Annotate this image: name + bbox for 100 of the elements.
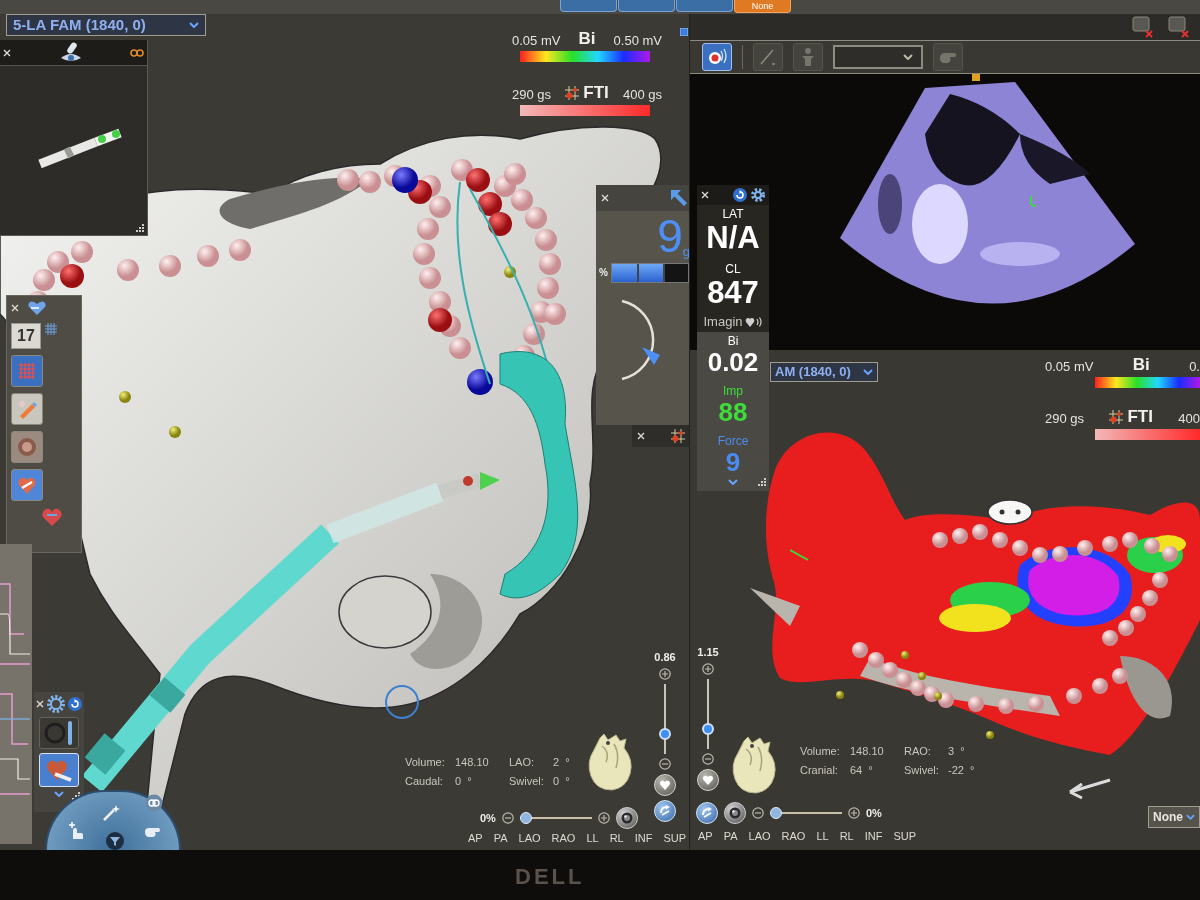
close-icon[interactable] — [3, 48, 11, 57]
heart-icon[interactable] — [41, 507, 63, 527]
zoom-out-button[interactable] — [702, 753, 714, 765]
hand-plus-icon[interactable] — [67, 822, 85, 840]
chevron-down-icon[interactable] — [728, 479, 738, 485]
legend-min-label: 0.05 mV — [1045, 359, 1094, 374]
zoom-in-button[interactable] — [702, 663, 714, 675]
chevron-down-icon[interactable] — [903, 54, 913, 60]
sphere-view-button[interactable] — [724, 802, 746, 824]
slider-thumb[interactable] — [519, 812, 532, 824]
legend-min-label: 290 gs — [512, 87, 552, 102]
opacity-value: 0% — [866, 806, 882, 820]
ablation-point — [523, 323, 545, 345]
legend-max-label: 0.50 mV — [613, 33, 662, 48]
map-dropdown[interactable]: 5-LA FAM (1840, 0) — [6, 14, 206, 36]
zoom-out-button[interactable] — [501, 812, 514, 824]
window-close-icon[interactable] — [1132, 16, 1154, 38]
view-button[interactable]: AP — [468, 832, 483, 845]
magic-wand-icon[interactable] — [102, 804, 120, 822]
color-map-button[interactable] — [11, 355, 43, 387]
zoom-out-button[interactable] — [659, 758, 671, 770]
metric-value: N/A — [706, 221, 760, 254]
video-source-dropdown[interactable] — [833, 45, 923, 69]
view-button[interactable]: INF — [864, 830, 883, 843]
view-button[interactable]: INF — [634, 832, 653, 845]
heart-view-button[interactable] — [654, 774, 676, 796]
stat-value: 148.10 — [455, 756, 490, 769]
close-icon[interactable] — [637, 432, 645, 440]
chevron-down-icon[interactable] — [1186, 814, 1195, 820]
ablation-point — [467, 369, 493, 395]
slider-thumb[interactable] — [702, 722, 714, 735]
grid-icon[interactable] — [45, 323, 57, 335]
ablation-point — [868, 652, 884, 668]
ablation-point — [535, 229, 557, 251]
close-icon[interactable] — [601, 194, 609, 202]
grid-dots-icon[interactable] — [671, 429, 685, 443]
metric-label: Imp — [723, 384, 743, 398]
resize-grip-icon[interactable] — [136, 224, 144, 232]
ablation-point — [392, 167, 418, 193]
catheter-view-button[interactable] — [39, 753, 79, 787]
view-button[interactable]: RAO — [551, 832, 576, 845]
chevron-down-icon[interactable] — [863, 369, 873, 375]
view-button[interactable]: LL — [586, 832, 599, 845]
link-icon[interactable] — [145, 794, 163, 812]
heart-view-button[interactable] — [697, 769, 719, 791]
catheter-tag-button[interactable] — [11, 469, 43, 501]
heart-icon[interactable] — [27, 300, 47, 316]
rotate-button[interactable] — [696, 802, 718, 824]
square-marker-icon — [680, 28, 688, 36]
refresh-icon[interactable] — [68, 697, 82, 711]
ablation-point — [1012, 540, 1028, 556]
window-close-icon[interactable] — [1168, 16, 1190, 38]
stat-value: -22 ° — [948, 764, 976, 777]
opacity-slider[interactable] — [519, 812, 592, 824]
zoom-in-button[interactable] — [597, 812, 610, 824]
mode-dropdown[interactable]: None — [1148, 806, 1200, 828]
settings-icon[interactable] — [47, 695, 65, 713]
eye-icon[interactable] — [59, 41, 82, 64]
view-button[interactable]: RAO — [781, 830, 806, 843]
slider-thumb[interactable] — [770, 807, 782, 819]
zoom-in-button[interactable] — [848, 807, 860, 819]
refresh-icon[interactable] — [733, 188, 747, 202]
tag-point — [504, 266, 516, 278]
view-button[interactable]: LAO — [518, 832, 541, 845]
chevron-down-icon[interactable] — [189, 22, 199, 28]
view-button[interactable]: SUP — [663, 832, 687, 845]
view-button[interactable]: LL — [816, 830, 829, 843]
zoom-slider[interactable] — [702, 679, 714, 749]
record-button[interactable] — [702, 43, 732, 71]
percent-label: % — [599, 267, 608, 279]
view-button[interactable]: RL — [839, 830, 854, 843]
close-icon[interactable] — [701, 191, 709, 199]
resize-grip-icon[interactable] — [758, 478, 766, 486]
chain-link-icon[interactable] — [130, 48, 144, 57]
display-toggle-button[interactable] — [39, 717, 79, 749]
zoom-slider[interactable] — [659, 684, 671, 754]
grid-dots-icon[interactable] — [565, 86, 580, 100]
map-dropdown[interactable]: AM (1840, 0) — [770, 362, 878, 382]
ablation-point — [1077, 540, 1093, 556]
chevron-down-icon[interactable] — [54, 791, 64, 797]
view-button[interactable]: SUP — [893, 830, 917, 843]
view-button[interactable]: PA — [723, 830, 738, 843]
zoom-in-button[interactable] — [659, 668, 671, 680]
metric-value: 847 — [707, 276, 759, 309]
settings-icon[interactable] — [751, 188, 765, 202]
grid-dots-icon[interactable] — [1109, 410, 1124, 424]
view-button[interactable]: PA — [493, 832, 508, 845]
close-icon[interactable] — [11, 304, 19, 312]
slider-thumb[interactable] — [659, 727, 671, 740]
view-button[interactable]: AP — [698, 830, 713, 843]
close-icon[interactable] — [36, 700, 44, 708]
sphere-view-button[interactable] — [615, 807, 638, 829]
rotate-button[interactable] — [654, 800, 676, 822]
opacity-slider[interactable] — [770, 807, 842, 819]
arrow-icon[interactable] — [669, 188, 689, 208]
view-button[interactable]: LAO — [748, 830, 771, 843]
zoom-out-button[interactable] — [752, 807, 764, 819]
filter-icon[interactable] — [106, 832, 124, 850]
view-button[interactable]: RL — [609, 832, 624, 845]
grid-icon — [16, 360, 38, 382]
